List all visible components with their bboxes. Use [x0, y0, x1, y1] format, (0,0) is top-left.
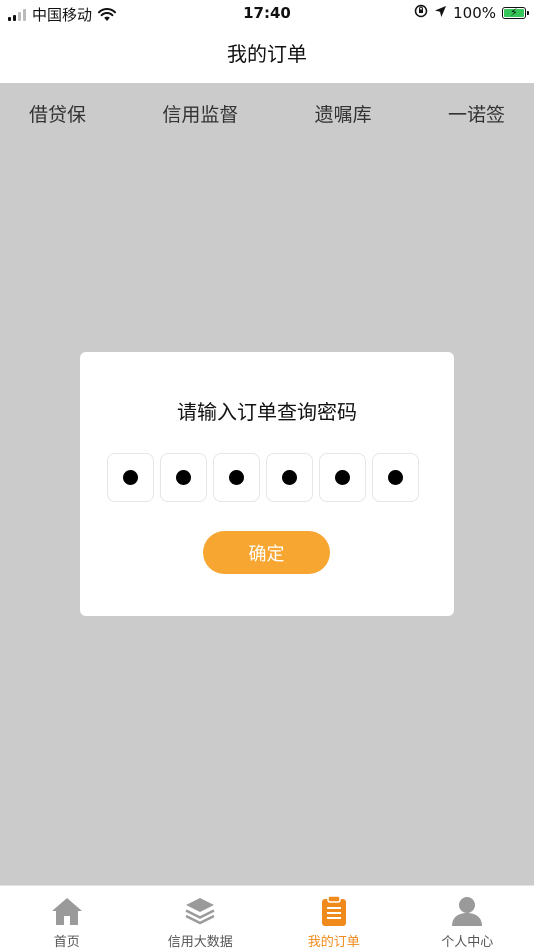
- home-icon: [50, 894, 84, 927]
- page-title: 我的订单: [227, 42, 307, 66]
- tab-bar: 首页 信用大数据 我的订单 个人中心: [0, 885, 534, 950]
- clipboard-icon: [317, 894, 351, 927]
- password-dot: [176, 470, 191, 485]
- location-icon: [434, 4, 447, 22]
- password-dot: [229, 470, 244, 485]
- tab-profile-label: 个人中心: [441, 935, 494, 950]
- status-right: 100% ⚡: [414, 4, 529, 22]
- tab-home-label: 首页: [53, 935, 80, 950]
- user-icon: [450, 894, 484, 927]
- tab-home[interactable]: 首页: [0, 886, 134, 950]
- layers-icon: [183, 894, 217, 927]
- password-digit-box[interactable]: [372, 453, 419, 502]
- password-dot: [282, 470, 297, 485]
- password-dialog: 请输入订单查询密码 确定: [80, 352, 454, 616]
- content-overlay[interactable]: 借贷保 信用监督 遗嘱库 一诺签 请输入订单查询密码 确定: [0, 83, 534, 885]
- category-tab-credit-supervision[interactable]: 信用监督: [162, 100, 238, 127]
- category-tab-jiedaibao[interactable]: 借贷保: [29, 100, 86, 127]
- password-digit-box[interactable]: [107, 453, 154, 502]
- confirm-button[interactable]: 确定: [203, 531, 330, 574]
- carrier-label: 中国移动: [32, 6, 93, 24]
- category-tab-will-library[interactable]: 遗嘱库: [315, 100, 372, 127]
- password-digit-box[interactable]: [266, 453, 313, 502]
- status-left: 中国移动: [8, 4, 117, 25]
- password-digit-box[interactable]: [213, 453, 260, 502]
- signal-icon: [8, 8, 26, 21]
- nav-bar: 我的订单: [0, 28, 534, 83]
- battery-text: 100%: [453, 4, 496, 22]
- tab-my-orders-label: 我的订单: [307, 935, 360, 950]
- dialog-title: 请输入订单查询密码: [177, 400, 357, 424]
- category-tabs: 借贷保 信用监督 遗嘱库 一诺签: [0, 83, 534, 143]
- tab-profile[interactable]: 个人中心: [401, 886, 534, 950]
- password-dot: [335, 470, 350, 485]
- screen: 中国移动 17:40 100% ⚡ 我的订单 借贷保 信用监督 遗嘱库 一诺签 …: [0, 0, 534, 950]
- password-dot: [388, 470, 403, 485]
- tab-credit-data-label: 信用大数据: [167, 935, 233, 950]
- category-tab-yinuoqian[interactable]: 一诺签: [448, 100, 505, 127]
- tab-credit-data[interactable]: 信用大数据: [134, 886, 268, 950]
- password-digit-box[interactable]: [319, 453, 366, 502]
- status-bar: 中国移动 17:40 100% ⚡: [0, 0, 534, 28]
- battery-charging-icon: ⚡: [502, 6, 529, 19]
- orientation-lock-icon: [414, 4, 428, 22]
- password-dot: [123, 470, 138, 485]
- password-input[interactable]: [107, 453, 419, 502]
- tab-my-orders[interactable]: 我的订单: [267, 886, 401, 950]
- wifi-icon: [98, 7, 117, 22]
- password-digit-box[interactable]: [160, 453, 207, 502]
